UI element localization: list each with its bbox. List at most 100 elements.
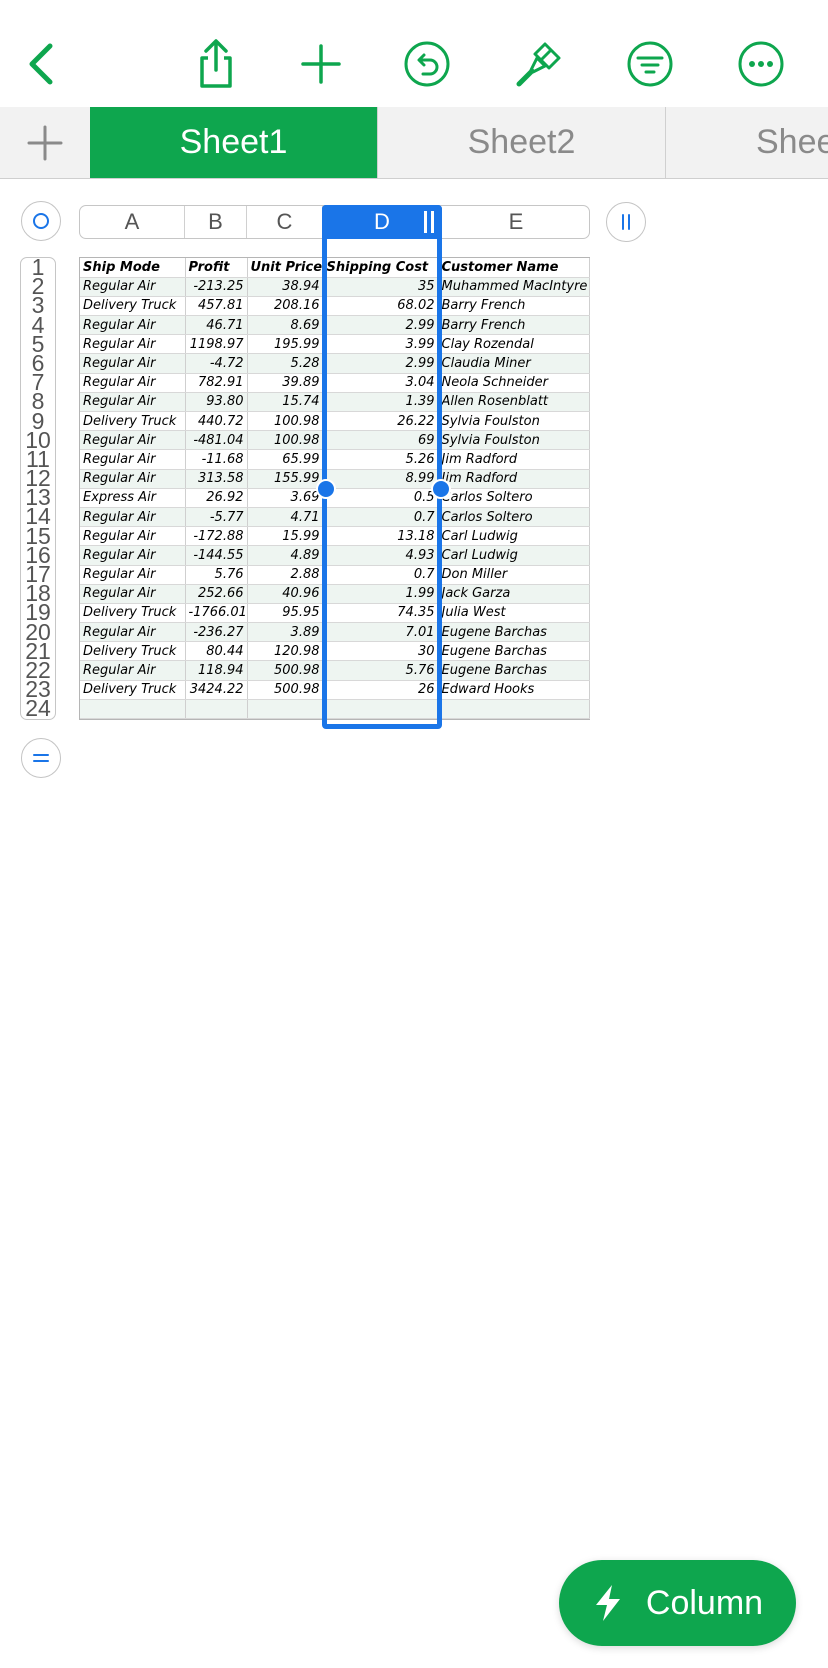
table-cell[interactable]: -236.27 (185, 622, 248, 643)
table-cell[interactable]: Delivery Truck (80, 603, 186, 624)
table-cell[interactable]: Delivery Truck (80, 296, 186, 317)
table-cell[interactable]: Jim Radford (438, 449, 590, 470)
format-button[interactable] (511, 36, 567, 92)
table-cell[interactable]: Regular Air (80, 373, 186, 393)
table-cell[interactable]: Sylvia Foulston (438, 411, 590, 432)
table-cell[interactable]: Carlos Soltero (438, 488, 590, 508)
table-cell[interactable]: 4.89 (247, 545, 324, 566)
sort-filter-button[interactable] (622, 36, 678, 92)
column-header-b[interactable]: B (185, 206, 247, 238)
table-cell[interactable]: Regular Air (80, 526, 186, 547)
table-cell[interactable]: 1198.97 (185, 334, 248, 355)
selection-handle-right[interactable] (431, 479, 451, 499)
table-cell[interactable]: 69 (323, 430, 439, 451)
table-cell[interactable]: 26 (323, 680, 439, 700)
header-cell[interactable]: Unit Price (247, 258, 324, 278)
table-cell[interactable]: Jack Garza (438, 584, 590, 604)
add-column-handle[interactable] (606, 202, 646, 242)
table-cell[interactable]: -11.68 (185, 449, 248, 470)
add-button[interactable] (293, 36, 349, 92)
table-cell[interactable]: 500.98 (247, 660, 324, 681)
table-cell[interactable]: 0.7 (323, 565, 439, 585)
select-table-button[interactable] (21, 201, 61, 241)
table-cell[interactable]: 2.99 (323, 315, 439, 336)
column-resize-grip-icon[interactable] (424, 211, 434, 233)
table-cell[interactable]: 95.95 (247, 603, 324, 624)
column-header-a[interactable]: A (80, 206, 185, 238)
table-cell[interactable]: 46.71 (185, 315, 248, 336)
tab-sheet3[interactable]: Shee (665, 107, 828, 178)
column-header-e[interactable]: E (443, 206, 589, 238)
table-cell[interactable]: Claudia Miner (438, 353, 590, 374)
table-cell[interactable]: Regular Air (80, 660, 186, 681)
table-cell[interactable] (185, 699, 248, 720)
table-cell[interactable]: 93.80 (185, 392, 248, 413)
table-cell[interactable]: 35 (323, 277, 439, 297)
table-cell[interactable]: -172.88 (185, 526, 248, 547)
table-cell[interactable] (438, 699, 590, 720)
table-cell[interactable]: 5.26 (323, 449, 439, 470)
table-cell[interactable]: Delivery Truck (80, 411, 186, 432)
table-cell[interactable]: Regular Air (80, 392, 186, 413)
more-button[interactable] (733, 36, 789, 92)
header-cell[interactable]: Shipping Cost (323, 258, 439, 278)
table-cell[interactable]: 0.5 (323, 488, 439, 508)
table-cell[interactable]: 15.99 (247, 526, 324, 547)
table-cell[interactable]: Don Miller (438, 565, 590, 585)
table-cell[interactable]: 1.99 (323, 584, 439, 604)
table-cell[interactable]: Regular Air (80, 565, 186, 585)
table-cell[interactable]: Regular Air (80, 430, 186, 451)
table-cell[interactable]: 3.99 (323, 334, 439, 355)
table-cell[interactable]: Regular Air (80, 545, 186, 566)
table-cell[interactable]: Muhammed MacIntyre (438, 277, 590, 297)
table-cell[interactable]: Eugene Barchas (438, 660, 590, 681)
table-cell[interactable]: Carl Ludwig (438, 526, 590, 547)
table-cell[interactable]: Allen Rosenblatt (438, 392, 590, 413)
table-cell[interactable]: Carl Ludwig (438, 545, 590, 566)
table-cell[interactable]: 3.89 (247, 622, 324, 643)
header-cell[interactable]: Ship Mode (80, 258, 186, 278)
table-cell[interactable]: 5.76 (185, 565, 248, 585)
table-cell[interactable]: 13.18 (323, 526, 439, 547)
table-cell[interactable]: Regular Air (80, 353, 186, 374)
table-cell[interactable]: 4.71 (247, 507, 324, 528)
table-cell[interactable]: 68.02 (323, 296, 439, 317)
table-cell[interactable]: Clay Rozendal (438, 334, 590, 355)
table-cell[interactable]: Delivery Truck (80, 641, 186, 662)
table-cell[interactable]: 2.99 (323, 353, 439, 374)
table-cell[interactable]: 2.88 (247, 565, 324, 585)
table-cell[interactable]: 74.35 (323, 603, 439, 624)
table-cell[interactable]: Barry French (438, 296, 590, 317)
table-cell[interactable]: 208.16 (247, 296, 324, 317)
header-cell[interactable]: Profit (185, 258, 248, 278)
column-header-d-selected[interactable]: D (322, 205, 442, 239)
table-cell[interactable]: 195.99 (247, 334, 324, 355)
table-cell[interactable]: -144.55 (185, 545, 248, 566)
table-cell[interactable]: 40.96 (247, 584, 324, 604)
table-cell[interactable]: Express Air (80, 488, 186, 508)
selection-handle-left[interactable] (316, 479, 336, 499)
table-cell[interactable]: Eugene Barchas (438, 641, 590, 662)
table-cell[interactable]: 3424.22 (185, 680, 248, 700)
column-action-button[interactable]: Column (559, 1560, 796, 1646)
table-cell[interactable]: 457.81 (185, 296, 248, 317)
table-cell[interactable]: 500.98 (247, 680, 324, 700)
table-cell[interactable]: 15.74 (247, 392, 324, 413)
table-cell[interactable] (80, 699, 186, 720)
add-row-handle[interactable] (21, 738, 61, 778)
table-cell[interactable]: Carlos Soltero (438, 507, 590, 528)
row-number[interactable]: 24 (21, 697, 55, 719)
share-button[interactable] (188, 36, 244, 92)
table-cell[interactable]: Jim Radford (438, 469, 590, 489)
table-cell[interactable]: 100.98 (247, 430, 324, 451)
table-cell[interactable]: Eugene Barchas (438, 622, 590, 643)
undo-button[interactable] (399, 36, 455, 92)
table-cell[interactable]: 0.7 (323, 507, 439, 528)
table-cell[interactable]: 5.28 (247, 353, 324, 374)
table-cell[interactable]: 3.69 (247, 488, 324, 508)
table-cell[interactable]: Sylvia Foulston (438, 430, 590, 451)
table-cell[interactable]: 155.99 (247, 469, 324, 489)
table-cell[interactable]: 80.44 (185, 641, 248, 662)
table-cell[interactable]: 7.01 (323, 622, 439, 643)
table-cell[interactable]: Regular Air (80, 449, 186, 470)
